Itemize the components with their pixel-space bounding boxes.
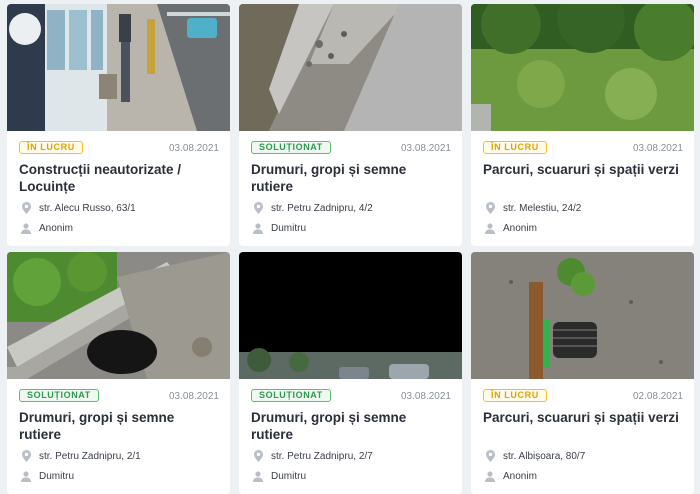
report-photo[interactable]: [7, 252, 230, 379]
report-author: Anonim: [483, 470, 537, 482]
author-text: Dumitru: [271, 222, 307, 234]
report-author: Dumitru: [19, 470, 74, 482]
report-title[interactable]: Parcuri, scuaruri și spații verzi: [483, 409, 683, 426]
report-address: str. Melestiu, 24/2: [483, 202, 581, 214]
address-text: str. Petru Zadnipru, 2/7: [271, 450, 373, 462]
user-icon: [483, 222, 497, 234]
status-badge: SOLUȚIONAT: [251, 389, 331, 402]
user-icon: [19, 222, 33, 234]
report-date: 03.08.2021: [400, 391, 451, 402]
report-title[interactable]: Parcuri, scuaruri și spații verzi: [483, 161, 683, 178]
status-badge: ÎN LUCRU: [19, 141, 83, 154]
report-title[interactable]: Drumuri, gropi și semne rutiere: [19, 409, 219, 443]
report-date: 03.08.2021: [168, 143, 219, 154]
report-photo[interactable]: [239, 252, 462, 379]
report-title[interactable]: Drumuri, gropi și semne rutiere: [251, 161, 451, 195]
report-address: str. Petru Zadnipru, 2/1: [19, 450, 141, 462]
report-address: str. Alecu Russo, 63/1: [19, 202, 136, 214]
report-date: 02.08.2021: [632, 391, 683, 402]
location-pin-icon: [251, 450, 265, 462]
location-pin-icon: [19, 450, 33, 462]
address-text: str. Albișoara, 80/7: [503, 450, 586, 462]
report-date: 03.08.2021: [632, 143, 683, 154]
report-author: Dumitru: [251, 470, 306, 482]
location-pin-icon: [483, 202, 497, 214]
address-text: str. Alecu Russo, 63/1: [39, 202, 136, 214]
report-address: str. Petru Zadnipru, 2/7: [251, 450, 373, 462]
author-text: Dumitru: [39, 470, 75, 482]
report-author: Anonim: [483, 222, 537, 234]
report-address: str. Albișoara, 80/7: [483, 450, 585, 462]
author-text: Anonim: [503, 470, 537, 482]
report-address: str. Petru Zadnipru, 4/2: [251, 202, 373, 214]
report-card[interactable]: SOLUȚIONAT 03.08.2021 Drumuri, gropi și …: [239, 252, 462, 494]
author-text: Anonim: [503, 222, 537, 234]
status-badge: ÎN LUCRU: [483, 141, 547, 154]
report-card[interactable]: ÎN LUCRU 03.08.2021 Parcuri, scuaruri și…: [471, 4, 694, 246]
address-text: str. Melestiu, 24/2: [503, 202, 582, 214]
user-icon: [19, 470, 33, 482]
user-icon: [251, 222, 265, 234]
report-date: 03.08.2021: [400, 143, 451, 154]
user-icon: [251, 470, 265, 482]
report-author: Dumitru: [251, 222, 306, 234]
author-text: Dumitru: [271, 470, 307, 482]
report-card[interactable]: ÎN LUCRU 03.08.2021 Construcții neautori…: [7, 4, 230, 246]
report-card[interactable]: ÎN LUCRU 02.08.2021 Parcuri, scuaruri și…: [471, 252, 694, 494]
report-photo[interactable]: [471, 4, 694, 131]
user-icon: [483, 470, 497, 482]
report-photo[interactable]: [7, 4, 230, 131]
location-pin-icon: [251, 202, 265, 214]
address-text: str. Petru Zadnipru, 4/2: [271, 202, 373, 214]
location-pin-icon: [19, 202, 33, 214]
report-photo[interactable]: [471, 252, 694, 379]
author-text: Anonim: [39, 222, 73, 234]
status-badge: SOLUȚIONAT: [19, 389, 99, 402]
report-date: 03.08.2021: [168, 391, 219, 402]
status-badge: ÎN LUCRU: [483, 389, 547, 402]
report-card[interactable]: SOLUȚIONAT 03.08.2021 Drumuri, gropi și …: [7, 252, 230, 494]
report-title[interactable]: Drumuri, gropi și semne rutiere: [251, 409, 451, 443]
location-pin-icon: [483, 450, 497, 462]
report-author: Anonim: [19, 222, 73, 234]
report-card[interactable]: SOLUȚIONAT 03.08.2021 Drumuri, gropi și …: [239, 4, 462, 246]
report-photo[interactable]: [239, 4, 462, 131]
report-title[interactable]: Construcții neautorizate / Locuințe: [19, 161, 219, 195]
status-badge: SOLUȚIONAT: [251, 141, 331, 154]
address-text: str. Petru Zadnipru, 2/1: [39, 450, 141, 462]
